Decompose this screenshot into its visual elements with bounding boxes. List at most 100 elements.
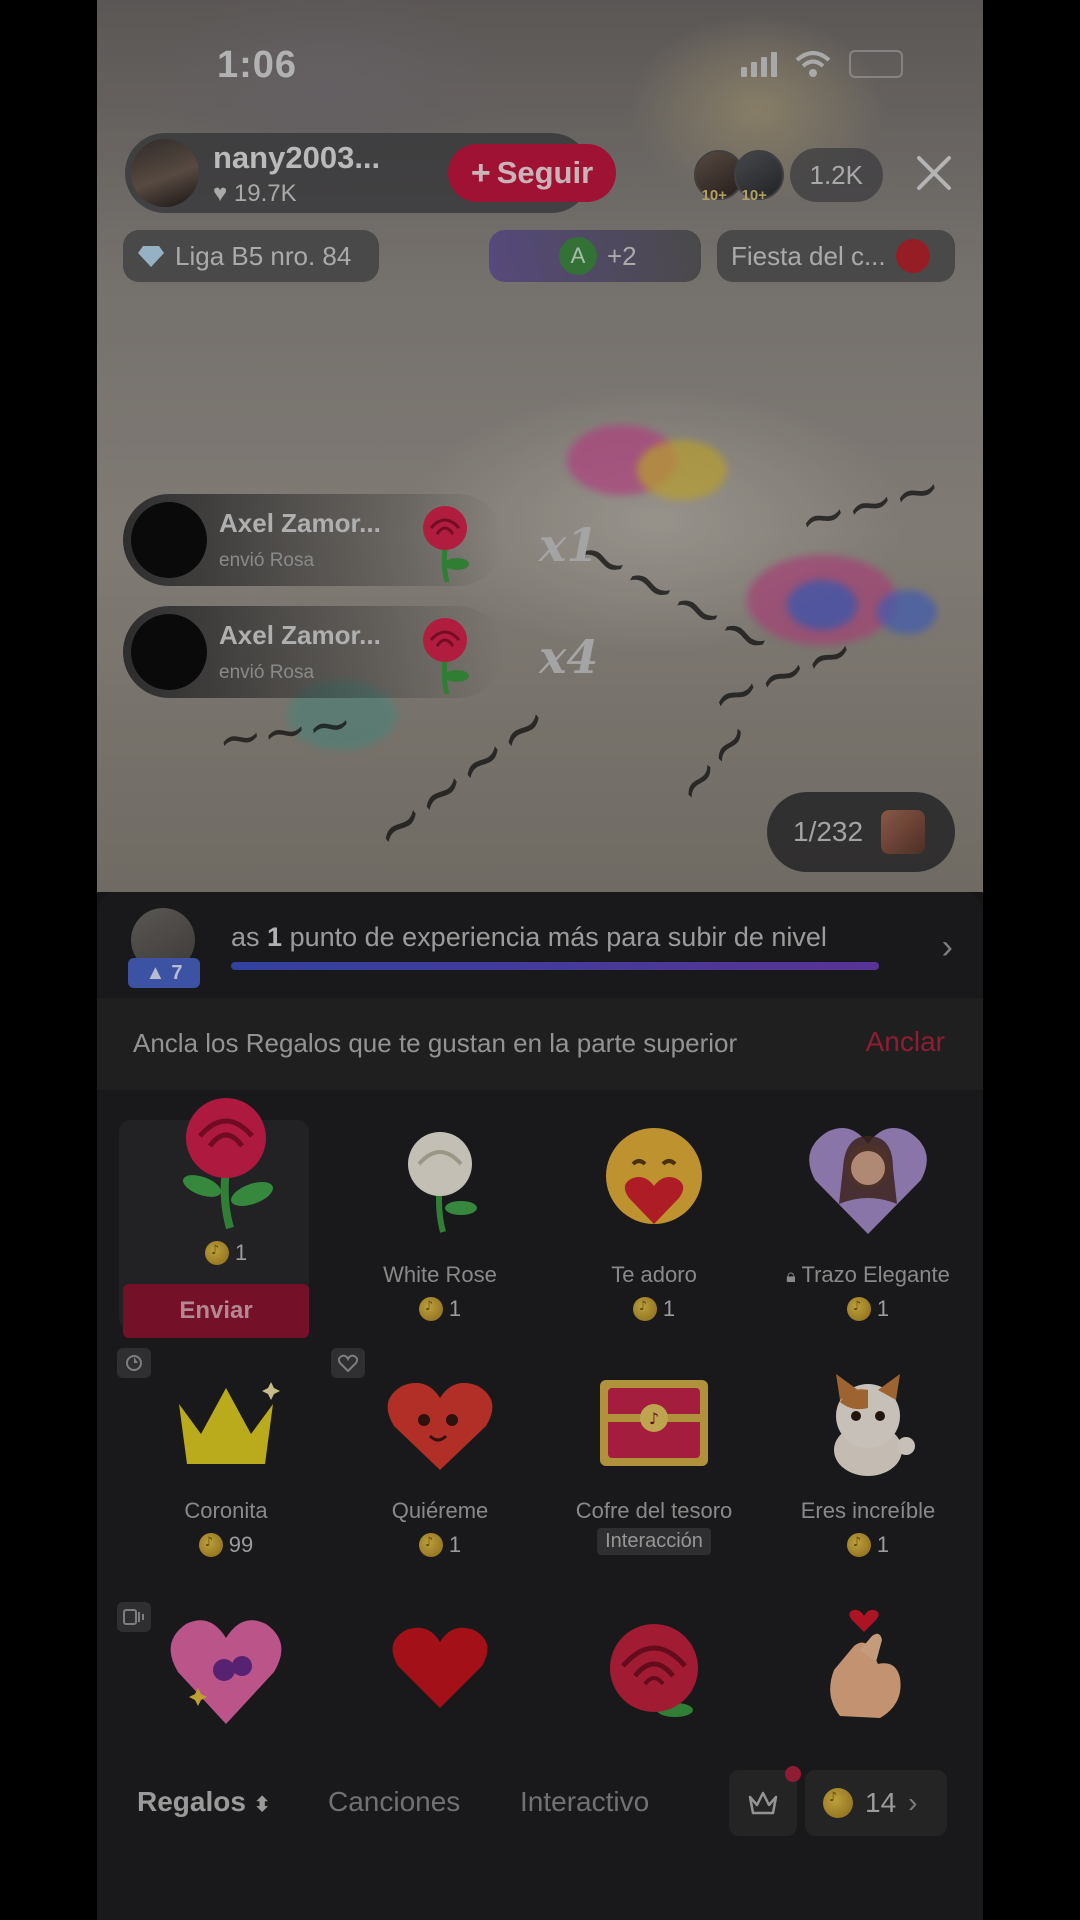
gift-item-rose[interactable]: 1 Enviar — [119, 1090, 333, 1338]
gift-item-red-heart[interactable] — [333, 1590, 547, 1740]
gift-item-finger-heart[interactable] — [761, 1590, 975, 1740]
sender-name: Axel Zamor... — [219, 508, 381, 538]
status-time: 1:06 — [217, 44, 298, 86]
rose-icon — [182, 1098, 273, 1230]
gift-item-cofre-del-tesoro[interactable]: ♪ Cofre del tesoro Interacción — [547, 1338, 761, 1586]
vip-crown-button[interactable] — [729, 1766, 801, 1836]
coin-icon — [846, 1533, 871, 1557]
gift-price: 1 — [761, 1532, 975, 1558]
heart-icon: ♥ — [213, 180, 228, 207]
coin-icon — [418, 1533, 443, 1557]
battery-icon — [849, 50, 903, 78]
gift-name: Te adoro — [611, 1262, 697, 1287]
pin-gifts-text: Ancla los Regalos que te gustan en la pa… — [133, 1028, 738, 1058]
gift-price-value: 99 — [228, 1532, 254, 1557]
tab-gifts[interactable]: Regalos ⬍ — [137, 1786, 270, 1818]
gift-item-trazo-elegante[interactable]: 🔒︎ Trazo Elegante 1 — [761, 1090, 975, 1338]
sender-avatar[interactable] — [131, 502, 207, 578]
love-heart-icon — [387, 1382, 493, 1470]
gift-action: envió Rosa — [219, 550, 315, 571]
gift-item-white-rose[interactable]: White Rose 1 — [333, 1090, 547, 1338]
portrait-heart-icon — [809, 1128, 927, 1234]
level-badge: ▲ 7 — [128, 958, 200, 988]
blue-heart-blob — [877, 590, 937, 634]
ranking-avatar: A — [559, 237, 597, 275]
interaction-tag: Interacción — [597, 1528, 711, 1555]
host-likes-count: 19.7K — [233, 180, 297, 207]
coin-icon — [846, 1297, 871, 1321]
coin-icon — [823, 1788, 853, 1818]
signal-icon — [741, 51, 777, 77]
red-heart-icon — [392, 1627, 488, 1708]
coin-icon — [198, 1533, 223, 1557]
gift-name: Eres increíble — [800, 1498, 936, 1523]
gift-item-quiereme[interactable]: Quiéreme 1 — [333, 1338, 547, 1586]
host-info[interactable]: nany2003... ♥ 19.7K + Seguir — [125, 133, 616, 213]
viewer-badge: 10+ — [741, 187, 767, 204]
live-video[interactable]: ~~~~ ~~~ ~~~ ~~~~ ~~~ ~~ 1:06 nany2003..… — [97, 0, 983, 892]
event-label: Fiesta del c... — [731, 240, 886, 271]
coin-balance-button[interactable]: 14 › — [805, 1770, 947, 1836]
chevron-right-icon: › — [908, 1787, 918, 1818]
pin-gifts-button[interactable]: Anclar — [866, 1026, 945, 1058]
crown-icon — [179, 1382, 280, 1464]
plus-icon: + — [470, 153, 491, 192]
gift-name: 🔒︎ Trazo Elegante — [786, 1262, 950, 1287]
tab-songs[interactable]: Canciones — [328, 1786, 460, 1818]
gift-alert[interactable]: Axel Zamor... envió Rosa x1 — [123, 494, 598, 586]
gift-tab-bar: Regalos ⬍ Canciones Interactivo 14 › — [97, 1762, 983, 1852]
host-name: nany2003... — [213, 140, 381, 175]
gift-price: 1 — [547, 1296, 761, 1322]
gift-price: 1 — [119, 1240, 333, 1266]
rose-icon — [423, 506, 469, 583]
event-icon — [895, 239, 930, 273]
league-label: Liga B5 nro. 84 — [175, 240, 352, 271]
wifi-icon — [795, 51, 831, 77]
coin-balance: 14 — [865, 1787, 897, 1818]
league-chip[interactable]: Liga B5 nro. 84 — [123, 230, 379, 282]
gift-price-value: 1 — [448, 1296, 462, 1321]
scribble-decor: ~~~ — [213, 690, 357, 773]
close-icon[interactable] — [911, 150, 957, 196]
gift-item-eres-increible[interactable]: Eres increíble 1 — [761, 1338, 975, 1586]
gift-action: envió Rosa — [219, 662, 315, 683]
gift-price-value: 1 — [662, 1296, 676, 1321]
diamond-icon — [138, 246, 164, 267]
viewer-count[interactable]: 1.2K — [789, 148, 883, 202]
cat-icon — [834, 1374, 915, 1476]
ranking-chip[interactable]: A +2 — [489, 230, 701, 282]
ranking-plus-count: +2 — [607, 240, 637, 271]
gift-name: Coronita — [184, 1498, 268, 1523]
gift-alert[interactable]: Axel Zamor... envió Rosa x4 — [123, 606, 598, 698]
gem-icon — [881, 810, 926, 854]
gift-name: White Rose — [383, 1262, 497, 1287]
lock-icon: 🔒︎ — [786, 1266, 796, 1286]
scribble-decor: ~~~ — [790, 452, 950, 556]
gift-price-value: 1 — [234, 1240, 248, 1265]
follow-button[interactable]: + Seguir — [448, 144, 616, 202]
gift-item-te-adoro[interactable]: Te adoro 1 — [547, 1090, 761, 1338]
room-counter[interactable]: 1/232 — [767, 792, 955, 872]
top-viewers[interactable]: 10+ 10+ 1.2K — [693, 148, 883, 204]
finger-heart-icon — [830, 1609, 901, 1718]
gift-price: 99 — [119, 1532, 333, 1558]
viewer-avatar[interactable]: 10+ — [733, 150, 784, 204]
send-gift-button[interactable]: Enviar — [123, 1284, 309, 1338]
gift-price-value: 1 — [876, 1296, 890, 1321]
sender-avatar[interactable] — [131, 614, 207, 690]
live-screen: ~~~~ ~~~ ~~~ ~~~~ ~~~ ~~ 1:06 nany2003..… — [97, 0, 983, 1920]
level-icon: ▲ — [145, 961, 166, 984]
viewer-badge: 10+ — [701, 187, 727, 204]
tab-interactive[interactable]: Interactivo — [520, 1786, 649, 1818]
crown-outline-icon — [748, 1791, 778, 1815]
gift-item-coronita[interactable]: Coronita 99 — [119, 1338, 333, 1586]
level-progress[interactable]: ▲ 7 as 1 punto de experiencia más para s… — [97, 892, 983, 999]
treasure-chest-icon: ♪ — [600, 1380, 708, 1466]
host-avatar[interactable] — [131, 139, 199, 207]
gift-item-pink-heart[interactable] — [119, 1590, 333, 1740]
sort-icon: ⬍ — [253, 1794, 271, 1816]
red-rose-icon — [610, 1624, 698, 1717]
event-chip[interactable]: Fiesta del c... — [717, 230, 955, 282]
gift-item-red-rose[interactable] — [547, 1590, 761, 1740]
rose-icon — [423, 618, 469, 695]
